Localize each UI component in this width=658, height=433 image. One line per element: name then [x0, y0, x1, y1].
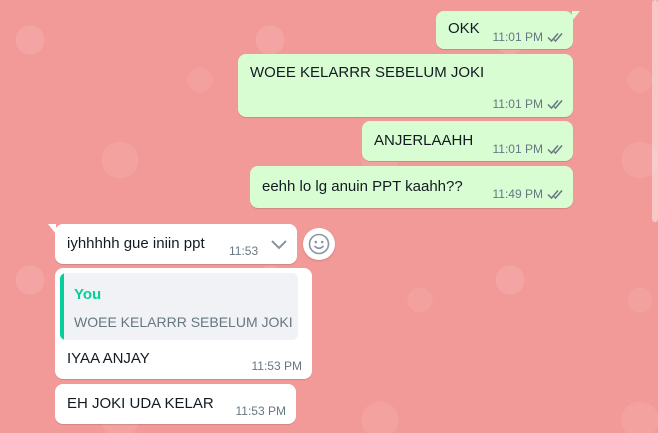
message-text: OKK [448, 20, 480, 37]
bubble-tail [572, 11, 580, 21]
message-incoming[interactable]: iyhhhhh gue iniin ppt 11:53 [48, 224, 297, 264]
message-meta: 11:01 PM [493, 97, 565, 111]
message-outgoing[interactable]: ANJERLAAHH 11:01 PM [362, 121, 573, 161]
chevron-down-icon [271, 240, 287, 250]
message-meta: 11:01 PM [493, 142, 565, 156]
message-time: 11:01 PM [492, 97, 543, 111]
message-text: EH JOKI UDA KELAR [67, 395, 214, 412]
double-check-icon [547, 145, 563, 155]
double-check-icon [547, 190, 563, 200]
quoted-message[interactable]: You WOEE KELARRR SEBELUM JOKI [60, 273, 298, 340]
quote-accent-bar [60, 273, 64, 340]
message-text: WOEE KELARRR SEBELUM JOKI [250, 64, 485, 81]
double-check-icon [547, 100, 563, 110]
message-time: 11:53 PM [251, 359, 302, 373]
scrollbar-thumb[interactable] [652, 0, 658, 222]
message-text: iyhhhhh gue iniin ppt [67, 235, 205, 252]
message-menu-button[interactable] [267, 232, 291, 256]
message-meta: 11:53 [229, 244, 258, 258]
message-meta: 11:53 PM [236, 404, 286, 418]
message-meta: 11:49 PM [493, 187, 565, 201]
smiley-icon [308, 233, 330, 255]
message-incoming[interactable]: EH JOKI UDA KELAR 11:53 PM [55, 384, 296, 424]
message-text: ANJERLAAHH [374, 132, 474, 149]
message-time: 11:53 PM [235, 404, 286, 418]
message-time: 11:53 [229, 244, 259, 258]
message-time: 11:49 PM [492, 187, 543, 201]
message-text: eehh lo lg anuin PPT kaahh?? [262, 178, 463, 195]
message-meta: 11:53 PM [252, 359, 302, 373]
quote-text: WOEE KELARRR SEBELUM JOKI [74, 314, 293, 330]
scrollbar[interactable] [652, 0, 658, 433]
message-time: 11:01 PM [492, 142, 543, 156]
double-check-icon [547, 33, 563, 43]
quote-author: You [74, 286, 102, 303]
message-incoming-reply[interactable]: You WOEE KELARRR SEBELUM JOKI IYAA ANJAY… [55, 268, 312, 379]
reaction-button[interactable] [303, 228, 335, 260]
message-outgoing[interactable]: WOEE KELARRR SEBELUM JOKI 11:01 PM [238, 54, 573, 117]
message-meta: 11:01 PM [493, 30, 565, 44]
bubble-tail [48, 224, 56, 234]
message-outgoing[interactable]: OKK 11:01 PM [436, 11, 580, 49]
message-outgoing[interactable]: eehh lo lg anuin PPT kaahh?? 11:49 PM [250, 166, 573, 208]
message-text: IYAA ANJAY [67, 350, 150, 367]
message-time: 11:01 PM [492, 30, 543, 44]
